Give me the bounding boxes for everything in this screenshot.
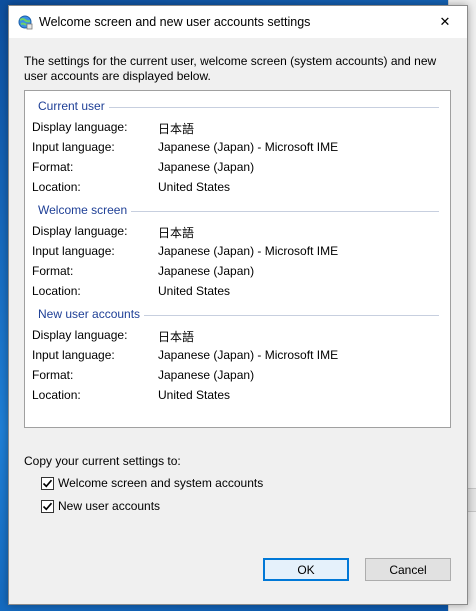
row-value: United States — [158, 284, 231, 298]
row-label: Location: — [32, 388, 81, 402]
row-value: 日本語 — [158, 122, 195, 136]
group-title: Current user — [38, 99, 109, 113]
checkmark-icon — [42, 479, 53, 487]
row-location: Location: United States — [25, 284, 450, 300]
row-value: 日本語 — [158, 330, 195, 344]
group-title: Welcome screen — [38, 203, 132, 217]
row-label: Display language: — [32, 120, 128, 134]
row-format: Format: Japanese (Japan) — [25, 368, 450, 384]
row-label: Display language: — [32, 328, 128, 342]
window-title: Welcome screen and new user accounts set… — [39, 15, 311, 29]
row-input-language: Input language: Japanese (Japan) - Micro… — [25, 140, 450, 156]
row-label: Location: — [32, 284, 81, 298]
settings-panel: Current user Display language: 日本語 Input… — [24, 90, 451, 428]
row-value: 日本語 — [158, 226, 195, 240]
row-location: Location: United States — [25, 388, 450, 404]
welcome-screen-checkbox-label[interactable]: Welcome screen and system accounts — [58, 476, 263, 490]
row-format: Format: Japanese (Japan) — [25, 264, 450, 280]
welcome-screen-checkbox[interactable] — [41, 476, 54, 490]
row-value: Japanese (Japan) — [158, 368, 255, 382]
row-label: Format: — [32, 160, 74, 174]
new-user-accounts-checkbox-label[interactable]: New user accounts — [58, 499, 160, 513]
intro-text: The settings for the current user, welco… — [24, 54, 437, 83]
close-icon: ✕ — [439, 14, 451, 29]
ok-button[interactable]: OK — [263, 558, 349, 581]
row-label: Location: — [32, 180, 81, 194]
row-location: Location: United States — [25, 180, 450, 196]
checkmark-icon — [42, 502, 53, 510]
row-display-language: Display language: 日本語 — [25, 120, 450, 136]
row-label: Input language: — [32, 244, 115, 258]
title-bar[interactable]: Welcome screen and new user accounts set… — [9, 6, 467, 38]
new-user-accounts-checkbox[interactable] — [41, 499, 54, 513]
row-value: United States — [158, 388, 231, 402]
row-label: Format: — [32, 264, 74, 278]
group-welcome-screen: Welcome screen — [25, 203, 450, 219]
row-label: Input language: — [32, 140, 115, 154]
globe-settings-icon — [18, 15, 33, 30]
row-input-language: Input language: Japanese (Japan) - Micro… — [25, 244, 450, 260]
row-label: Input language: — [32, 348, 115, 362]
settings-dialog: Welcome screen and new user accounts set… — [8, 5, 468, 605]
row-label: Format: — [32, 368, 74, 382]
row-label: Display language: — [32, 224, 128, 238]
group-new-user-accounts: New user accounts — [25, 307, 450, 323]
row-display-language: Display language: 日本語 — [25, 328, 450, 344]
copy-settings-label: Copy your current settings to: — [24, 454, 181, 468]
new-user-accounts-checkbox-row[interactable]: New user accounts — [41, 498, 160, 514]
row-value: Japanese (Japan) - Microsoft IME — [158, 140, 339, 154]
row-value: United States — [158, 180, 231, 194]
row-value: Japanese (Japan) — [158, 264, 255, 278]
row-value: Japanese (Japan) — [158, 160, 255, 174]
welcome-screen-checkbox-row[interactable]: Welcome screen and system accounts — [41, 475, 263, 491]
row-value: Japanese (Japan) - Microsoft IME — [158, 244, 339, 258]
group-title: New user accounts — [38, 307, 145, 321]
group-current-user: Current user — [25, 99, 450, 115]
row-format: Format: Japanese (Japan) — [25, 160, 450, 176]
row-value: Japanese (Japan) - Microsoft IME — [158, 348, 339, 362]
close-button[interactable]: ✕ — [423, 6, 467, 38]
row-display-language: Display language: 日本語 — [25, 224, 450, 240]
cancel-button[interactable]: Cancel — [365, 558, 451, 581]
row-input-language: Input language: Japanese (Japan) - Micro… — [25, 348, 450, 364]
